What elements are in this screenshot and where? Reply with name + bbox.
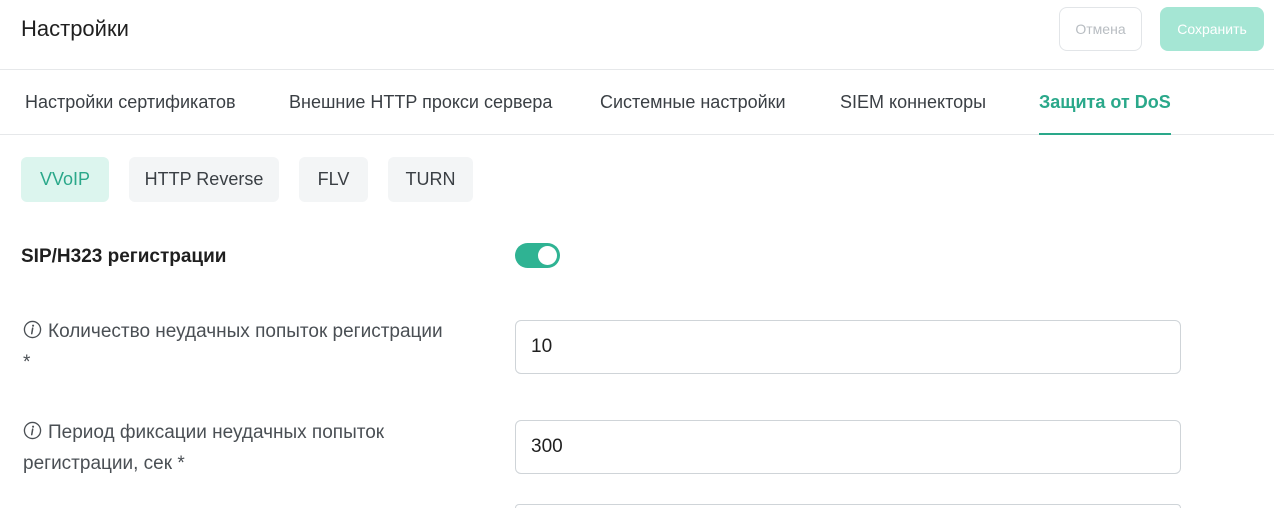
tab-certificates[interactable]: Настройки сертификатов xyxy=(25,70,236,134)
failure-period-input[interactable] xyxy=(515,420,1181,474)
subtab-flv[interactable]: FLV xyxy=(299,157,368,202)
page-title: Настройки xyxy=(21,16,129,41)
cancel-button[interactable]: Отмена xyxy=(1059,7,1142,51)
tab-http-proxy[interactable]: Внешние HTTP прокси сервера xyxy=(289,70,552,134)
tab-dos-protection[interactable]: Защита от DoS xyxy=(1039,70,1171,135)
sip-registration-toggle[interactable] xyxy=(515,243,560,268)
toggle-knob xyxy=(538,246,557,265)
subtab-vvoip[interactable]: VVoIP xyxy=(21,157,109,202)
subtab-turn[interactable]: TURN xyxy=(388,157,473,202)
subtab-http-reverse[interactable]: HTTP Reverse xyxy=(129,157,279,202)
failure-period-label-text: Период фиксации неудачных попыток регист… xyxy=(23,422,385,474)
failed-attempts-input[interactable] xyxy=(515,320,1181,374)
sip-registration-label: SIP/H323 регистрации xyxy=(21,246,227,267)
save-button[interactable]: Сохранить xyxy=(1160,7,1264,51)
tab-siem-connectors[interactable]: SIEM коннекторы xyxy=(840,70,986,134)
tab-system-settings[interactable]: Системные настройки xyxy=(600,70,786,134)
info-icon[interactable] xyxy=(23,421,42,440)
settings-tabs: Настройки сертификатов Внешние HTTP прок… xyxy=(0,70,1274,135)
failed-attempts-label: Количество неудачных попыток регистрации… xyxy=(23,316,443,378)
failed-attempts-label-text: Количество неудачных попыток регистрации… xyxy=(23,321,443,373)
next-field-input[interactable] xyxy=(515,504,1181,508)
failure-period-label: Период фиксации неудачных попыток регист… xyxy=(23,417,443,479)
info-icon[interactable] xyxy=(23,320,42,339)
page-header: Настройки Отмена Сохранить xyxy=(0,0,1274,70)
